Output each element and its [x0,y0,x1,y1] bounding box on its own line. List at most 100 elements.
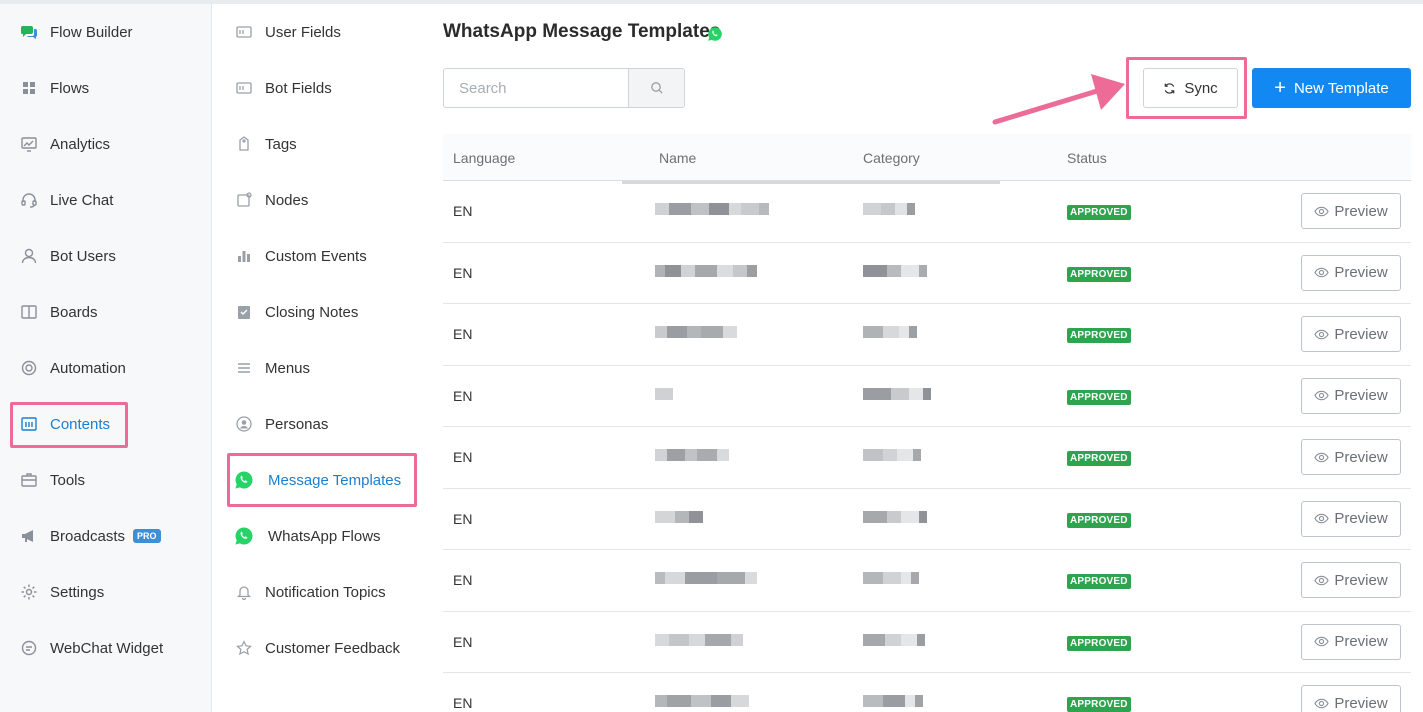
preview-button[interactable]: Preview [1301,377,1401,414]
preview-button[interactable]: Preview [1301,562,1401,598]
pixel-block [909,326,917,338]
cell-category-redacted [863,510,927,525]
pixel-block [667,695,691,707]
subnav-item-nodes[interactable]: Nodes [213,180,423,220]
preview-button[interactable]: Preview [1301,193,1401,229]
sidebar-item-label: Bot Users [50,247,116,265]
pixel-block [899,326,909,338]
table-row: EN APPROVED Preview [443,673,1411,712]
status-badge: APPROVED [1067,205,1131,220]
preview-button[interactable]: Preview [1301,439,1401,475]
column-header-status[interactable]: Status [1067,150,1107,166]
sync-button[interactable]: Sync [1143,68,1238,108]
cell-name-redacted [655,633,743,648]
whatsapp-icon [234,526,254,546]
sidebar-item-settings[interactable]: Settings [0,572,212,612]
search-button[interactable] [628,69,684,107]
subnav-item-custom-events[interactable]: Custom Events [213,236,423,276]
pixel-block [687,326,701,338]
column-header-name[interactable]: Name [659,150,696,166]
preview-button[interactable]: Preview [1301,500,1401,537]
sidebar-item-boards[interactable]: Boards [0,292,212,332]
message-templates-highlight-box [227,453,417,507]
sidebar-item-label: Analytics [50,135,111,153]
cell-category-redacted [863,387,931,402]
sidebar-item-broadcasts[interactable]: Broadcasts PRO [0,516,212,556]
cell-language: EN [453,203,473,219]
eye-icon [1314,636,1330,647]
cell-category-redacted [863,449,921,463]
subnav-item-personas[interactable]: Personas [213,404,423,444]
cell-name-redacted [655,695,749,709]
sidebar-item-analytics[interactable]: Analytics [0,124,212,164]
subnav-item-menus[interactable]: Menus [213,348,423,388]
subnav-item-user-fields[interactable]: User Fields [213,12,423,52]
sidebar-item-webchat-widget[interactable]: WebChat Widget [0,628,212,668]
pixel-block [695,264,717,277]
pixelated-text [655,695,749,707]
preview-button[interactable]: Preview [1301,316,1401,352]
pixel-block [863,572,883,584]
sidebar-item-flows[interactable]: Flows [0,68,212,108]
subnav-item-tags[interactable]: Tags [213,124,423,164]
whatsapp-icon [707,26,723,47]
pixel-block [913,449,921,461]
column-header-category[interactable]: Category [863,150,920,166]
pixel-block [883,695,905,707]
column-header-language[interactable]: Language [453,150,515,166]
pixel-block [911,572,919,584]
subnav-item-notification-topics[interactable]: Notification Topics [213,572,423,612]
sidebar-item-bot-users[interactable]: Bot Users [0,236,212,276]
subnav-item-label: Tags [265,135,297,153]
sidebar-item-tools[interactable]: Tools [0,460,212,500]
sidebar-item-live-chat[interactable]: Live Chat [0,180,212,220]
status-badge: APPROVED [1067,697,1131,712]
pixel-block [669,633,689,646]
pixel-block [711,695,731,707]
sidebar-item-automation[interactable]: Automation [0,348,212,388]
pixel-block [863,695,883,707]
bell-icon [234,582,254,602]
preview-button[interactable]: Preview [1301,254,1401,291]
board-icon [19,302,39,322]
cell-category-redacted [863,572,919,586]
search-input[interactable] [444,69,628,107]
pixel-block [655,510,675,523]
subnav-item-closing-notes[interactable]: Closing Notes [213,292,423,332]
cell-category-redacted [863,203,915,217]
pixelated-text [655,572,757,584]
cell-name-redacted [655,387,673,402]
new-template-button[interactable]: + New Template [1252,68,1411,108]
pixel-block [701,326,723,338]
eye-icon [1314,329,1330,340]
pixel-block [691,203,709,215]
search-bar [443,68,685,108]
pixelated-text [863,449,921,461]
subnav-item-label: User Fields [265,23,341,41]
preview-label: Preview [1334,264,1388,281]
preview-button[interactable]: Preview [1301,685,1401,712]
subnav-item-whatsapp-flows[interactable]: WhatsApp Flows [213,516,423,556]
status-badge: APPROVED [1067,266,1131,282]
cell-name-redacted [655,203,769,217]
pixel-block [655,203,669,215]
sidebar-item-flow-builder[interactable]: Flow Builder [0,12,212,52]
pixel-block [759,203,769,215]
pixel-block [883,449,897,461]
sidebar-item-label: Live Chat [50,191,114,209]
subnav-item-bot-fields[interactable]: Bot Fields [213,68,423,108]
pixel-block [655,572,665,584]
pixel-block [697,449,717,461]
sidebar-item-label: Flows [50,79,90,97]
pixel-block [717,572,745,584]
refresh-icon [1163,82,1176,95]
clipboard-icon [234,302,254,322]
cell-name-redacted [655,449,729,463]
subnav-item-customer-feedback[interactable]: Customer Feedback [213,628,423,668]
cell-language: EN [453,633,473,650]
table-row: EN APPROVED Preview [443,181,1411,243]
preview-button[interactable]: Preview [1301,623,1401,660]
menu-icon [234,358,254,378]
pixel-block [919,264,927,277]
table-row: EN APPROVED Preview [443,366,1411,427]
